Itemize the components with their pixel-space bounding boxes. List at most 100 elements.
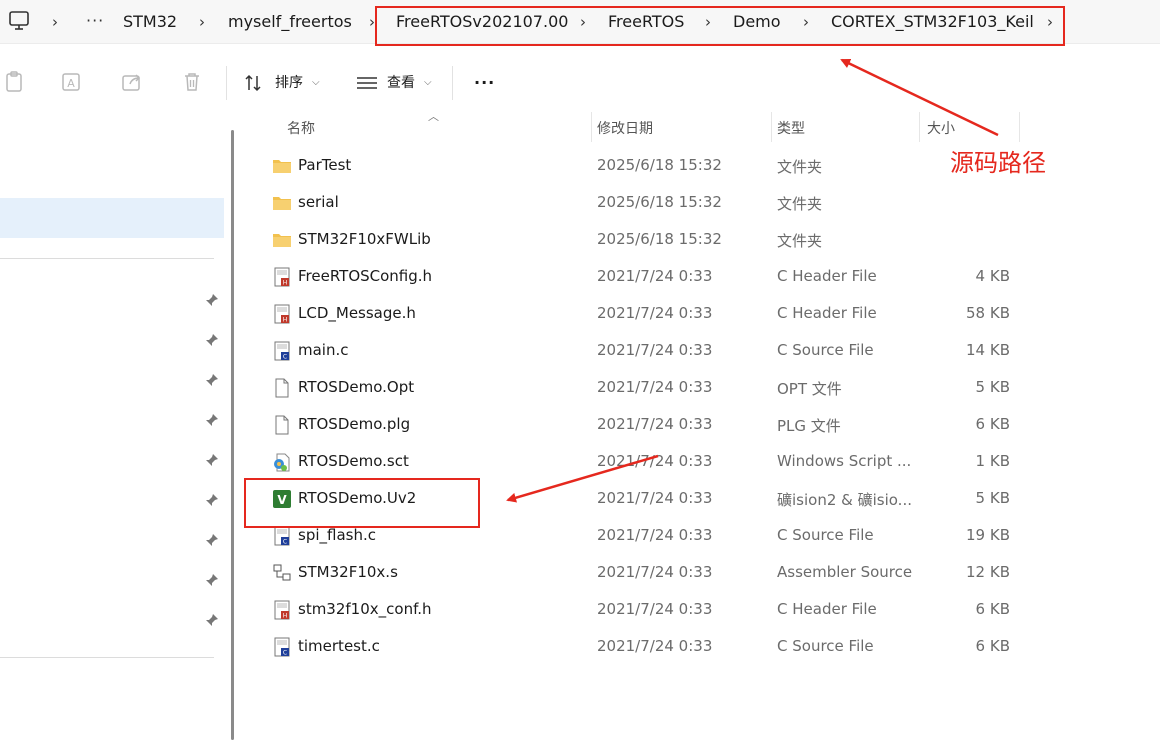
pin-icon[interactable] xyxy=(205,333,219,347)
file-name: FreeRTOSConfig.h xyxy=(298,267,433,285)
assembler-file-icon xyxy=(272,563,292,583)
delete-icon[interactable] xyxy=(180,70,204,94)
folder-icon xyxy=(272,193,292,213)
file-type: C Header File xyxy=(777,304,877,322)
file-modified-date: 2025/6/18 15:32 xyxy=(597,230,722,248)
file-list: ︿ 名称 修改日期 类型 大小 ParTest 2025/6/18 15:32 文件… xyxy=(246,110,1160,740)
c-header-file-icon: H xyxy=(272,304,292,324)
breadcrumb-overflow-button[interactable]: ··· xyxy=(86,11,104,31)
file-row[interactable]: Hstm32f10x_conf.h 2021/7/24 0:33 C Header … xyxy=(246,592,1160,629)
pin-icon[interactable] xyxy=(205,453,219,467)
column-separator[interactable] xyxy=(771,112,772,142)
file-type: C Source File xyxy=(777,341,874,359)
file-size: 14 KB xyxy=(966,341,1010,359)
column-headers: ︿ 名称 修改日期 类型 大小 xyxy=(246,110,1160,142)
file-row[interactable]: Cmain.c 2021/7/24 0:33 C Source File 14 KB xyxy=(246,333,1160,370)
file-modified-date: 2021/7/24 0:33 xyxy=(597,415,713,433)
this-pc-icon[interactable] xyxy=(8,11,30,31)
navigation-pane xyxy=(0,112,226,740)
sort-icon xyxy=(245,74,261,92)
file-row[interactable]: Ctimertest.c 2021/7/24 0:33 C Source File 6… xyxy=(246,629,1160,666)
chevron-right-icon[interactable]: › xyxy=(199,11,205,33)
pin-icon[interactable] xyxy=(205,373,219,387)
file-name: LCD_Message.h xyxy=(298,304,416,322)
file-size: 19 KB xyxy=(966,526,1010,544)
file-row[interactable]: RTOSDemo.sct 2021/7/24 0:33 Windows Script… xyxy=(246,444,1160,481)
toolbar-divider xyxy=(226,66,227,100)
nav-divider xyxy=(0,258,214,259)
file-type: 文件夹 xyxy=(777,158,823,176)
rename-icon[interactable]: A xyxy=(60,70,84,94)
file-size: 6 KB xyxy=(975,637,1010,655)
file-type: Windows Script ... xyxy=(777,452,912,470)
file-modified-date: 2021/7/24 0:33 xyxy=(597,489,713,507)
chevron-down-icon: ⌵ xyxy=(424,77,432,88)
file-modified-date: 2021/7/24 0:33 xyxy=(597,600,713,618)
see-more-button[interactable]: ··· xyxy=(474,68,495,98)
c-source-file-icon: C xyxy=(272,526,292,546)
column-separator[interactable] xyxy=(919,112,920,142)
svg-text:H: H xyxy=(283,280,288,287)
column-header-name[interactable]: 名称 xyxy=(287,118,315,138)
svg-text:C: C xyxy=(283,539,287,546)
svg-text:C: C xyxy=(283,354,287,361)
column-header-size[interactable]: 大小 xyxy=(927,118,955,138)
pin-icon[interactable] xyxy=(205,413,219,427)
file-modified-date: 2021/7/24 0:33 xyxy=(597,526,713,544)
file-name: spi_flash.c xyxy=(298,526,376,544)
file-modified-date: 2021/7/24 0:33 xyxy=(597,267,713,285)
c-source-file-icon: C xyxy=(272,637,292,657)
column-separator[interactable] xyxy=(1019,112,1020,142)
file-name: RTOSDemo.plg xyxy=(298,415,411,433)
pin-icon[interactable] xyxy=(205,613,219,627)
file-name: STM32F10x.s xyxy=(298,563,398,581)
folder-icon xyxy=(272,230,292,250)
column-header-modified[interactable]: 修改日期 xyxy=(597,118,653,138)
c-header-file-icon: H xyxy=(272,600,292,620)
file-modified-date: 2021/7/24 0:33 xyxy=(597,637,713,655)
svg-text:H: H xyxy=(283,613,288,620)
file-modified-date: 2021/7/24 0:33 xyxy=(597,304,713,322)
file-name: ParTest xyxy=(298,156,352,174)
file-row[interactable]: RTOSDemo.plg 2021/7/24 0:33 PLG 文件 6 KB xyxy=(246,407,1160,444)
file-size: 1 KB xyxy=(975,452,1010,470)
view-label: 查看 xyxy=(387,75,415,91)
file-row[interactable]: STM32F10x.s 2021/7/24 0:33 Assembler Sourc… xyxy=(246,555,1160,592)
file-modified-date: 2021/7/24 0:33 xyxy=(597,563,713,581)
file-type: Assembler Source xyxy=(777,563,913,581)
file-name: STM32F10xFWLib xyxy=(298,230,431,248)
sort-label: 排序 xyxy=(275,75,303,91)
column-separator[interactable] xyxy=(591,112,592,142)
file-type: PLG 文件 xyxy=(777,417,841,435)
c-source-file-icon: C xyxy=(272,341,292,361)
nav-scrollbar[interactable] xyxy=(231,130,234,740)
paste-icon[interactable] xyxy=(2,70,26,94)
file-row[interactable]: H FreeRTOSConfig.h 2021/7/24 0:33 C Header … xyxy=(246,259,1160,296)
file-row[interactable]: H LCD_Message.h 2021/7/24 0:33 C Header Fil… xyxy=(246,296,1160,333)
folder-icon xyxy=(272,156,292,176)
file-modified-date: 2021/7/24 0:33 xyxy=(597,341,713,359)
file-size: 6 KB xyxy=(975,600,1010,618)
nav-item-selected[interactable] xyxy=(0,198,224,238)
file-type: OPT 文件 xyxy=(777,380,842,398)
toolbar-divider xyxy=(452,66,453,100)
pin-icon[interactable] xyxy=(205,573,219,587)
breadcrumb-item-myself-freertos[interactable]: myself_freertos xyxy=(228,11,352,33)
breadcrumb-item-stm32[interactable]: STM32 xyxy=(123,11,177,33)
pin-icon[interactable] xyxy=(205,533,219,547)
c-header-file-icon: H xyxy=(272,267,292,287)
chevron-right-icon[interactable]: › xyxy=(52,11,58,33)
share-icon[interactable] xyxy=(120,70,144,94)
file-row[interactable]: STM32F10xFWLib 2025/6/18 15:32 文件夹 xyxy=(246,222,1160,259)
file-name: serial xyxy=(298,193,339,211)
file-modified-date: 2021/7/24 0:33 xyxy=(597,452,713,470)
script-file-icon xyxy=(272,452,292,472)
column-header-type[interactable]: 类型 xyxy=(777,118,805,138)
svg-text:C: C xyxy=(283,650,287,657)
file-size: 58 KB xyxy=(966,304,1010,322)
file-row[interactable]: serial 2025/6/18 15:32 文件夹 xyxy=(246,185,1160,222)
pin-icon[interactable] xyxy=(205,293,219,307)
pin-icon[interactable] xyxy=(205,493,219,507)
file-size: 6 KB xyxy=(975,415,1010,433)
file-row[interactable]: RTOSDemo.Opt 2021/7/24 0:33 OPT 文件 5 KB xyxy=(246,370,1160,407)
